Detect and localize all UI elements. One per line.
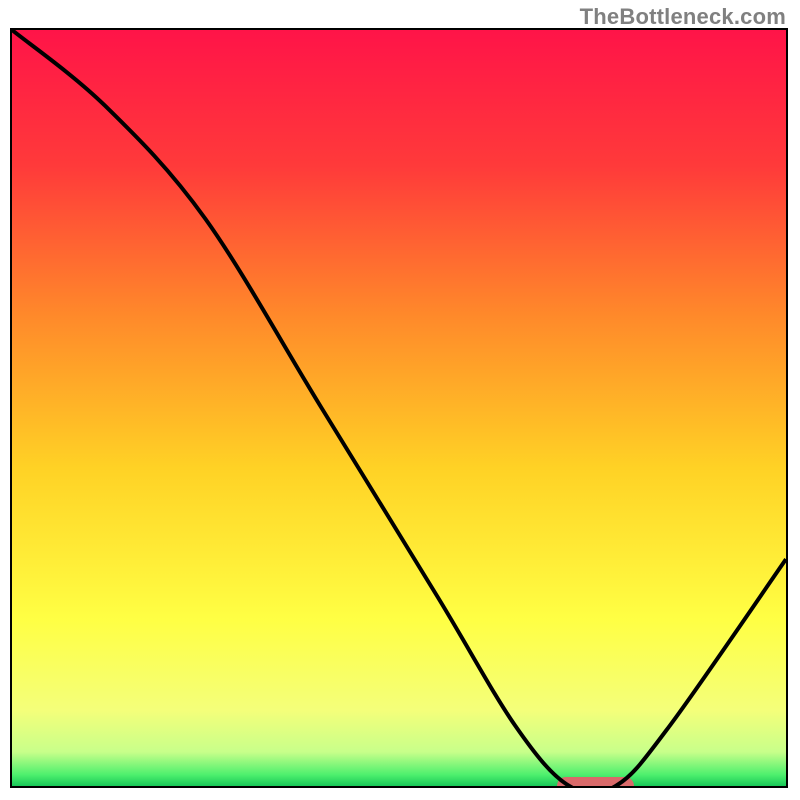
curve-path [12, 30, 786, 786]
bottleneck-curve [12, 30, 786, 786]
chart-frame [10, 28, 788, 788]
watermark-text: TheBottleneck.com [580, 4, 786, 30]
